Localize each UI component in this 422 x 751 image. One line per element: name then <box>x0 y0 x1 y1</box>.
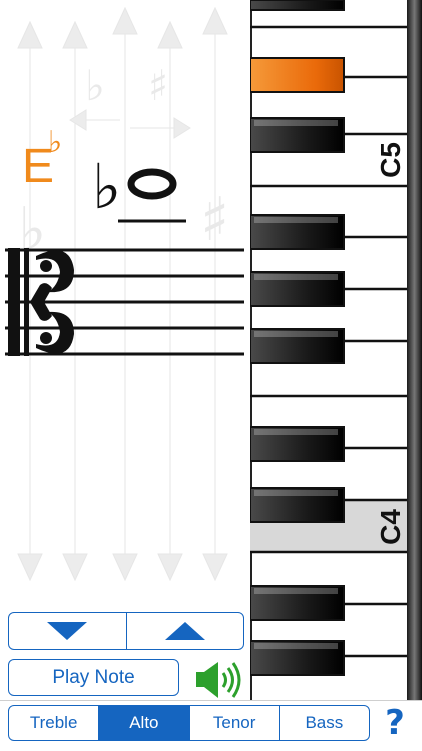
piano-side-rail <box>407 0 422 700</box>
clef-tab-tenor[interactable]: Tenor <box>190 706 280 740</box>
transpose-controls <box>8 612 244 650</box>
clef-tab-bass[interactable]: Bass <box>280 706 369 740</box>
piano-keyboard[interactable]: C5 C4 <box>249 0 422 700</box>
svg-text:♭: ♭ <box>85 61 105 110</box>
speaker-icon[interactable] <box>194 660 246 700</box>
down-arrow-button[interactable] <box>9 613 127 649</box>
alto-staff: ♭ <box>5 150 244 356</box>
help-button[interactable]: ? <box>380 703 410 743</box>
clef-segmented-control: Treble Alto Tenor Bass <box>8 705 370 741</box>
triangle-down-icon <box>47 622 88 640</box>
octave-label-c5: C5 <box>375 142 406 178</box>
triangle-up-icon <box>164 622 205 640</box>
black-keys[interactable] <box>249 0 345 676</box>
up-arrow-button[interactable] <box>127 613 244 649</box>
play-note-button[interactable]: Play Note <box>8 659 179 696</box>
whole-note-icon <box>127 168 177 200</box>
clef-tab-treble[interactable]: Treble <box>9 706 100 740</box>
svg-text:♯: ♯ <box>148 61 168 110</box>
black-key-e-flat-highlighted[interactable] <box>249 57 345 93</box>
octave-label-c4: C4 <box>375 509 406 545</box>
written-note: ♭ <box>92 150 177 223</box>
black-key[interactable] <box>249 0 345 11</box>
flat-sign-icon: ♭ <box>92 150 121 223</box>
clef-tab-alto[interactable]: Alto <box>99 706 190 740</box>
notation-panel: ♭ ♯ ♭ ♯ E ♭ ♭ Play Note <box>0 0 250 750</box>
